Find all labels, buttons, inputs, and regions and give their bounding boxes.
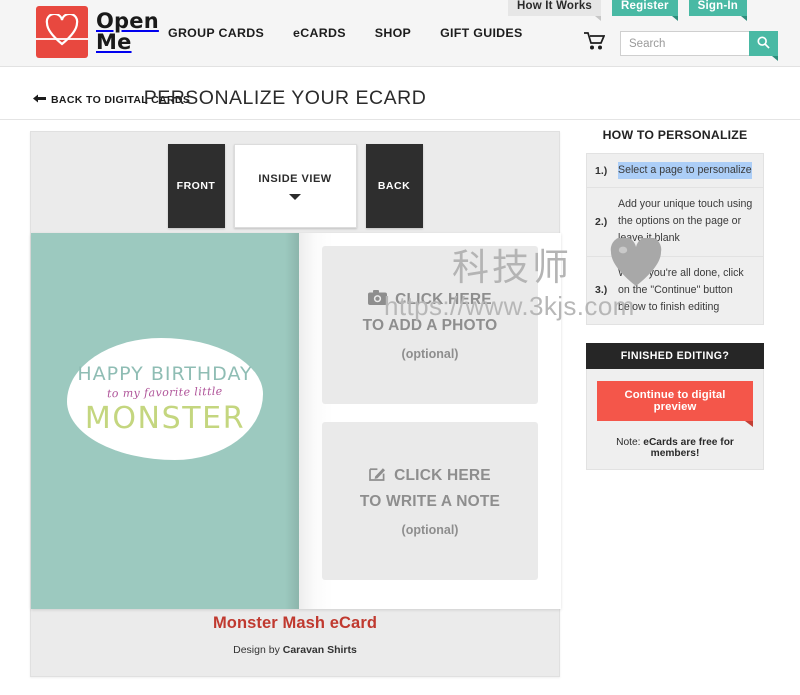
sidebar-title: HOW TO PERSONALIZE	[602, 128, 748, 142]
note-bold: eCards are free for members!	[643, 437, 734, 460]
step-3-text: When you're all done, click on the "Cont…	[618, 266, 744, 313]
add-photo-line1: CLICK HERE	[395, 290, 492, 308]
tab-back[interactable]: BACK	[365, 144, 423, 228]
main-nav: GROUP CARDS eCARDS SHOP GIFT GUIDES	[168, 26, 523, 40]
note-prefix: Note:	[616, 437, 644, 449]
nav-item-gift-guides[interactable]: GIFT GUIDES	[440, 26, 522, 40]
site-logo[interactable]: Open Me	[36, 6, 159, 58]
card-right-page: CLICK HERE TO ADD A PHOTO (optional) CLI…	[299, 233, 561, 609]
shopping-cart-icon[interactable]	[584, 32, 606, 55]
card-view-tabs: FRONT INSIDE VIEW BACK	[31, 144, 559, 228]
write-note-optional: (optional)	[401, 523, 459, 537]
main-stage: FRONT INSIDE VIEW BACK HAPPY BIRTHDAY to…	[0, 120, 800, 695]
signin-button[interactable]: Sign-In	[688, 0, 748, 21]
camera-icon	[368, 289, 388, 310]
design-by-prefix: Design by	[233, 644, 283, 656]
finished-editing-body: Continue to digital preview Note: eCards…	[587, 369, 763, 469]
top-actions: How It Works Register Sign-In	[508, 0, 748, 21]
register-button[interactable]: Register	[612, 0, 678, 21]
card-editor-panel: FRONT INSIDE VIEW BACK HAPPY BIRTHDAY to…	[30, 131, 561, 677]
add-photo-optional: (optional)	[401, 346, 459, 361]
members-free-note: Note: eCards are free for members!	[597, 437, 753, 459]
step-item-2: 2.) Add your unique touch using the opti…	[587, 188, 763, 257]
search-button[interactable]	[749, 31, 778, 61]
card-line-monster: MONSTER	[84, 400, 246, 436]
search-input[interactable]	[620, 31, 749, 56]
step-item-3: 3.) When you're all done, click on the "…	[587, 257, 763, 324]
card-caption: Monster Mash eCard Design by Caravan Shi…	[31, 614, 559, 656]
search-box	[620, 31, 778, 61]
finished-editing-panel: FINISHED EDITING? Continue to digital pr…	[586, 343, 764, 471]
steps-list: 1.) Select a page to personalize 2.) Add…	[586, 153, 764, 326]
tab-inside-view-label: INSIDE VIEW	[258, 172, 332, 185]
step-2-number: 2.)	[595, 215, 608, 228]
card-left-page[interactable]: HAPPY BIRTHDAY to my favorite little MON…	[31, 233, 299, 609]
card-line-happy-birthday: HAPPY BIRTHDAY	[77, 362, 253, 385]
step-item-1: 1.) Select a page to personalize	[587, 154, 763, 189]
tab-front[interactable]: FRONT	[167, 144, 225, 228]
chevron-down-icon	[289, 193, 301, 200]
how-it-works-button[interactable]: How It Works	[508, 0, 602, 21]
card-title: Monster Mash eCard	[212, 614, 378, 632]
nav-item-ecards[interactable]: eCARDS	[293, 26, 346, 40]
logo-ribbon	[36, 38, 88, 40]
finished-editing-heading: FINISHED EDITING?	[586, 343, 764, 370]
designer-name: Caravan Shirts	[282, 644, 357, 656]
step-2-text: Add your unique touch using the options …	[618, 198, 753, 245]
nav-item-shop[interactable]: SHOP	[375, 26, 411, 40]
open-card: HAPPY BIRTHDAY to my favorite little MON…	[31, 233, 561, 609]
logo-wordmark: Open Me	[96, 8, 159, 54]
continue-to-digital-preview-button[interactable]: Continue to digital preview	[597, 381, 753, 428]
step-3-number: 3.)	[595, 284, 608, 297]
write-note-dropzone[interactable]: CLICK HERE TO WRITE A NOTE (optional)	[322, 422, 538, 580]
pencil-edit-icon	[369, 465, 386, 486]
nav-item-group-cards[interactable]: GROUP CARDS	[168, 26, 264, 40]
write-note-line2: TO WRITE A NOTE	[359, 493, 501, 510]
write-note-line1: CLICK HERE	[394, 466, 491, 484]
step-1-number: 1.)	[595, 164, 608, 177]
card-line-favorite-little: to my favorite little	[107, 384, 223, 400]
add-photo-dropzone[interactable]: CLICK HERE TO ADD A PHOTO (optional)	[322, 246, 538, 404]
step-1-text[interactable]: Select a page to personalize	[618, 162, 752, 180]
how-to-personalize-sidebar: HOW TO PERSONALIZE 1.) Select a page to …	[586, 120, 764, 471]
card-front-artwork: HAPPY BIRTHDAY to my favorite little MON…	[67, 338, 263, 460]
page-title: PERSONALIZE YOUR ECARD	[143, 87, 427, 109]
site-header: Open Me GROUP CARDS eCARDS SHOP GIFT GUI…	[0, 0, 800, 67]
tab-inside-view[interactable]: INSIDE VIEW	[233, 144, 357, 228]
card-designer-credit: Design by Caravan Shirts	[31, 644, 559, 656]
heart-logo-icon	[36, 6, 88, 58]
page-titlebar: BACK TO DIGITAL CARDS PERSONALIZE YOUR E…	[0, 67, 800, 120]
search-icon	[757, 35, 770, 52]
search-row	[584, 31, 778, 61]
add-photo-line2: TO ADD A PHOTO	[362, 316, 498, 334]
